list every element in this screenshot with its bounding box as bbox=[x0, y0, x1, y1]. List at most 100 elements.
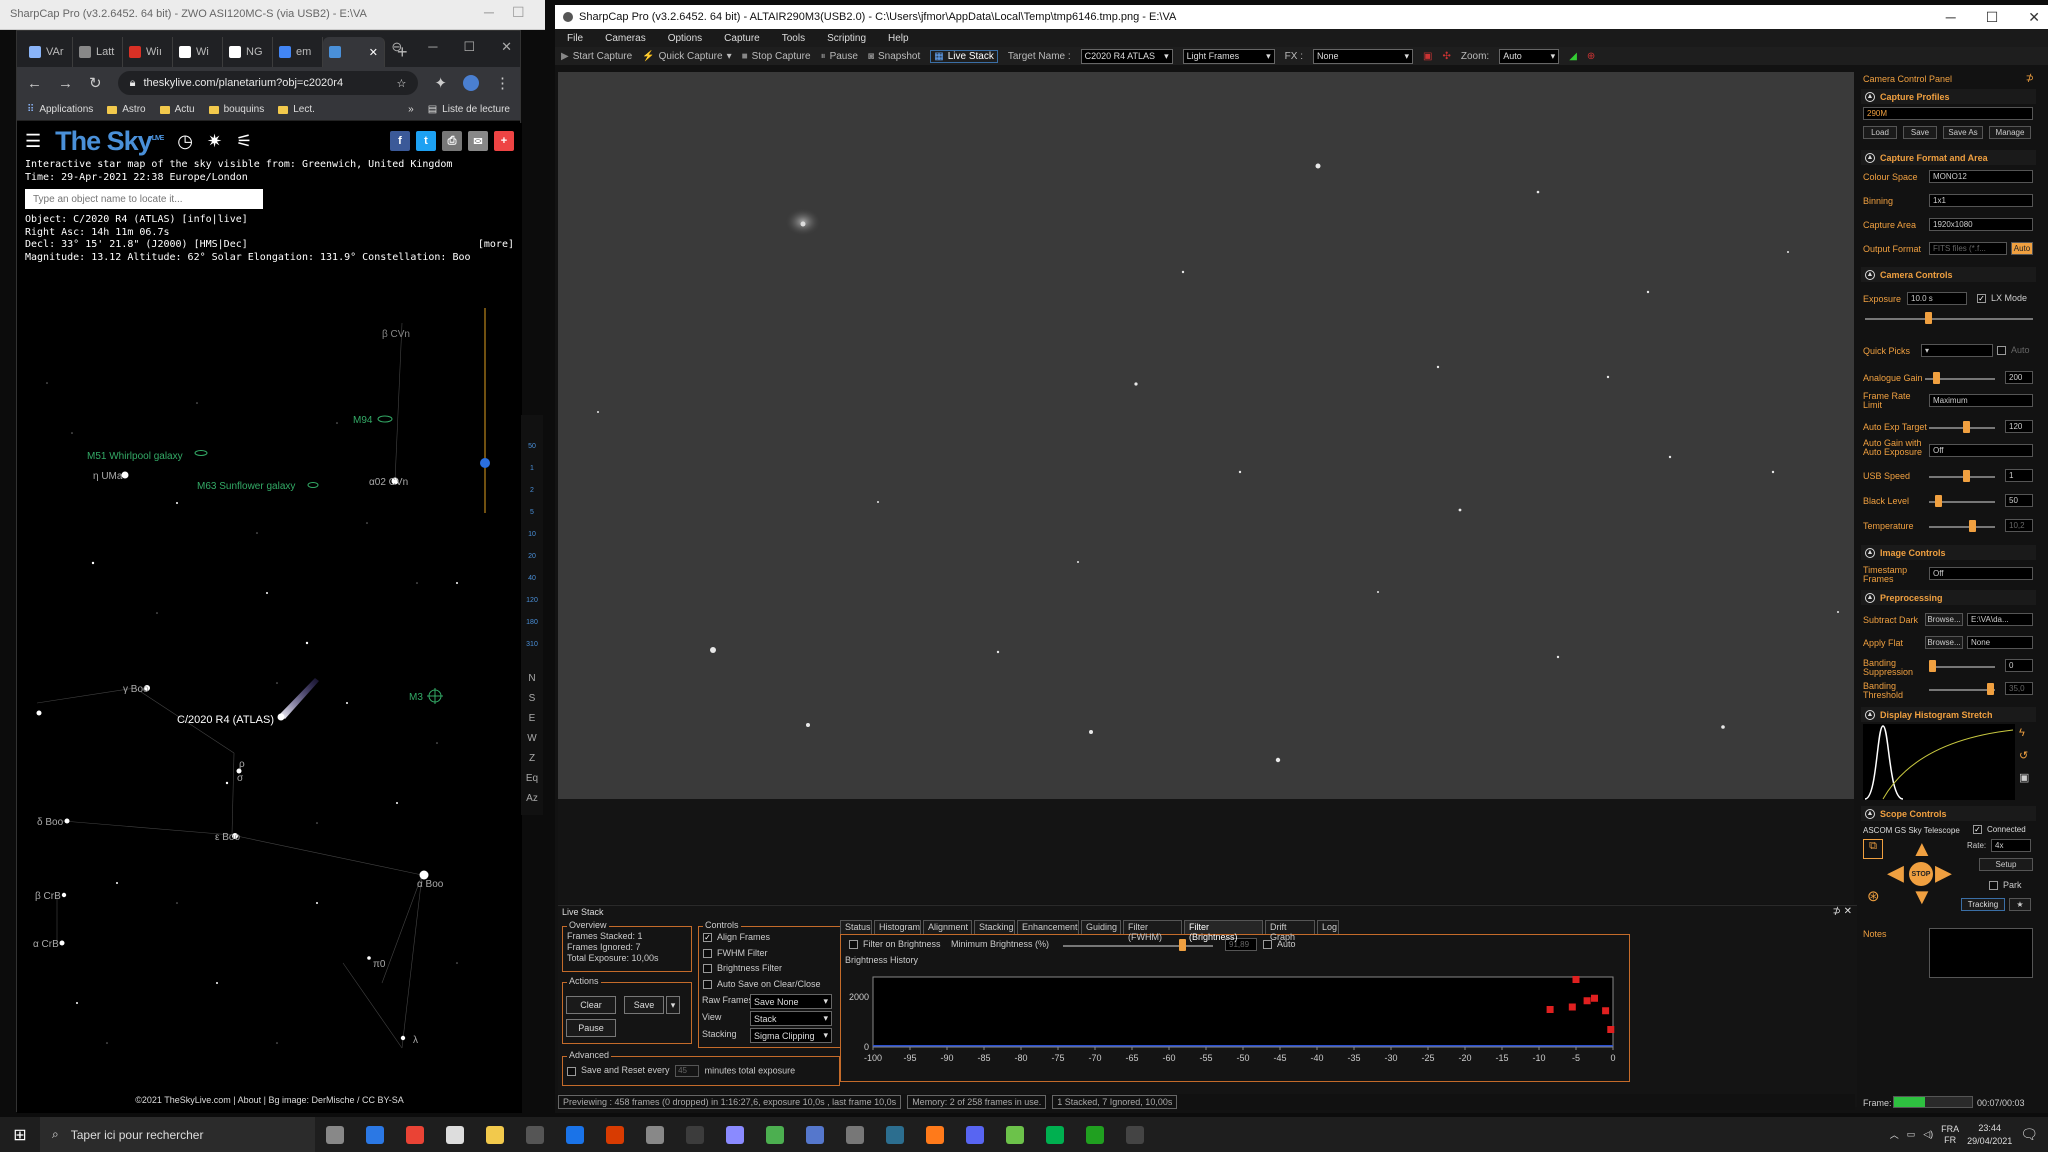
usb-speed-slider[interactable] bbox=[1929, 476, 1995, 478]
align-frames-checkbox[interactable]: ✓ Align Frames bbox=[703, 930, 836, 946]
bookmark-folder[interactable]: Astro bbox=[107, 104, 146, 115]
profile-manage-button[interactable]: Manage bbox=[1989, 126, 2031, 139]
banding-threshold-slider[interactable] bbox=[1929, 689, 1995, 691]
brightness-filter-checkbox[interactable]: Brightness Filter bbox=[703, 961, 836, 977]
hamburger-icon[interactable]: ☰ bbox=[25, 131, 41, 152]
capture-format-section[interactable]: ▲ Capture Format and Area bbox=[1861, 150, 2036, 165]
taskbar-app-icon[interactable] bbox=[795, 1117, 835, 1152]
menu-item[interactable]: Options bbox=[668, 33, 702, 44]
frame-rate-select[interactable]: Maximum bbox=[1929, 394, 2033, 407]
frame-type-select[interactable]: Light Frames ▾ bbox=[1182, 48, 1275, 64]
scope-setup-button[interactable]: Setup bbox=[1979, 858, 2033, 871]
star-map[interactable]: β CVn M94 M51 Whirlpool galaxy η UMa M63… bbox=[17, 283, 522, 1103]
browser-tab[interactable]: ✕ bbox=[323, 37, 385, 67]
browser-tab[interactable]: Latt bbox=[73, 37, 123, 67]
pause-button[interactable]: ⏸ Pause bbox=[821, 51, 858, 62]
lx-mode-checkbox[interactable]: ✓ LX Mode bbox=[1977, 293, 2027, 304]
bookmark-folder[interactable]: Lect. bbox=[278, 104, 315, 115]
live-stack-tab[interactable]: Alignment bbox=[923, 920, 972, 934]
taskbar-app-icon[interactable] bbox=[635, 1117, 675, 1152]
taskbar-app-icon[interactable] bbox=[1075, 1117, 1115, 1152]
taskbar-app-icon[interactable] bbox=[1115, 1117, 1155, 1152]
taskbar-app-icon[interactable] bbox=[1035, 1117, 1075, 1152]
colour-space-select[interactable]: MONO12 bbox=[1929, 170, 2033, 183]
banding-threshold-input[interactable]: 35,0 bbox=[2005, 682, 2033, 695]
taskbar-app-icon[interactable] bbox=[395, 1117, 435, 1152]
park-checkbox[interactable]: Park bbox=[1989, 880, 2022, 891]
taskbar-app-icon[interactable] bbox=[555, 1117, 595, 1152]
taskbar-app-icon[interactable] bbox=[755, 1117, 795, 1152]
auto-exp-input[interactable]: 120 bbox=[2005, 420, 2033, 433]
windows-start-icon[interactable]: ⊞ bbox=[0, 1117, 40, 1152]
bookmark-folder[interactable]: Actu bbox=[159, 104, 195, 115]
gain-input[interactable]: 200 bbox=[2005, 371, 2033, 384]
notification-icon[interactable]: 🗨︎ bbox=[2020, 1126, 2038, 1143]
filter-on-brightness-checkbox[interactable]: Filter on Brightness bbox=[849, 939, 941, 950]
browser-tab[interactable]: NG bbox=[223, 37, 273, 67]
orientation-tool[interactable]: Z bbox=[521, 753, 543, 773]
save-dropdown-button[interactable]: ▾ bbox=[666, 996, 680, 1014]
profile-circle-icon[interactable]: ⊖ bbox=[391, 39, 402, 55]
forward-icon[interactable]: → bbox=[58, 75, 73, 92]
auto-save-checkbox[interactable]: Auto Save on Clear/Close bbox=[703, 977, 836, 993]
more-link[interactable]: [more] bbox=[478, 239, 514, 250]
stop-capture-button[interactable]: ■ Stop Capture bbox=[742, 51, 811, 62]
live-stack-tab[interactable]: Guiding bbox=[1081, 920, 1121, 934]
live-stack-tab[interactable]: Filter (FWHM) bbox=[1123, 920, 1182, 942]
binning-select[interactable]: 1x1 bbox=[1929, 194, 2033, 207]
bookmark-apps[interactable]: ⠿ Applications bbox=[27, 104, 93, 115]
profile-avatar[interactable] bbox=[463, 75, 479, 91]
usb-speed-input[interactable]: 1 bbox=[2005, 469, 2033, 482]
stretch-reset-icon[interactable]: ↺ bbox=[2019, 749, 2028, 762]
minutes-stepper[interactable]: 45 bbox=[675, 1065, 700, 1077]
min-brightness-slider[interactable] bbox=[1063, 945, 1213, 947]
save-reset-checkbox[interactable]: Save and Reset every bbox=[567, 1065, 670, 1076]
gain-knob[interactable] bbox=[1933, 372, 1940, 384]
banding-input[interactable]: 0 bbox=[2005, 659, 2033, 672]
zoom-tick[interactable]: 1 bbox=[521, 465, 543, 472]
live-stack-tab[interactable]: Filter (Brightness) bbox=[1184, 920, 1263, 942]
taskbar-app-icon[interactable] bbox=[355, 1117, 395, 1152]
live-stack-tab[interactable]: Drift Graph bbox=[1265, 920, 1315, 942]
minimize-icon[interactable]: ─ bbox=[428, 39, 437, 55]
fx-select[interactable]: None ▾ bbox=[1313, 48, 1413, 64]
facebook-icon[interactable]: f bbox=[390, 131, 410, 151]
notes-textarea[interactable] bbox=[1929, 928, 2033, 978]
close-icon[interactable]: ✕ bbox=[501, 39, 512, 55]
capture-profiles-section[interactable]: ▲ Capture Profiles bbox=[1861, 89, 2036, 104]
histogram-stretch-section[interactable]: ▲ Display Histogram Stretch bbox=[1861, 707, 2036, 722]
telescope-icon[interactable]: ⚟ bbox=[236, 131, 252, 152]
banding-slider[interactable] bbox=[1929, 666, 1995, 668]
live-stack-tab[interactable]: Enhancement bbox=[1017, 920, 1079, 934]
menu-item[interactable]: File bbox=[567, 33, 583, 44]
taskbar-app-icon[interactable] bbox=[515, 1117, 555, 1152]
taskbar-app-icon[interactable] bbox=[955, 1117, 995, 1152]
taskbar-app-icon[interactable] bbox=[715, 1117, 755, 1152]
taskbar-app-icon[interactable] bbox=[315, 1117, 355, 1152]
clear-button[interactable]: Clear bbox=[566, 996, 616, 1014]
home-target-icon[interactable]: ⊛ bbox=[1867, 887, 1880, 905]
pause-stack-button[interactable]: Pause bbox=[566, 1019, 616, 1037]
minimize-icon[interactable]: ─ bbox=[1946, 9, 1956, 26]
orientation-tool[interactable]: E bbox=[521, 713, 543, 733]
fwhm-filter-checkbox[interactable]: FWHM Filter bbox=[703, 946, 836, 962]
taskbar-app-icon[interactable] bbox=[595, 1117, 635, 1152]
taskbar-app-icon[interactable] bbox=[995, 1117, 1035, 1152]
save-button[interactable]: Save bbox=[624, 996, 664, 1014]
crosshair-icon[interactable]: ✣ bbox=[1442, 51, 1450, 62]
browser-tab[interactable]: em bbox=[273, 37, 323, 67]
zoom-select[interactable]: Auto ▾ bbox=[1499, 48, 1560, 64]
histogram-stretch-graph[interactable] bbox=[1863, 724, 2015, 800]
menu-item[interactable]: Help bbox=[888, 33, 909, 44]
camera-controls-section[interactable]: ▲ Camera Controls bbox=[1861, 267, 2036, 282]
stretch-lightning-icon[interactable]: ϟ bbox=[2019, 727, 2025, 739]
sun-icon[interactable]: ✷ bbox=[207, 131, 222, 152]
orientation-tool[interactable]: Az bbox=[521, 793, 543, 813]
preprocessing-section[interactable]: ▲ Preprocessing bbox=[1861, 590, 2036, 605]
zoom-tick[interactable]: 310 bbox=[521, 641, 543, 648]
profile-saveas-button[interactable]: Save As bbox=[1943, 126, 1983, 139]
snapshot-button[interactable]: ◙ Snapshot bbox=[868, 51, 920, 62]
menu-item[interactable]: Cameras bbox=[605, 33, 646, 44]
exposure-slider[interactable] bbox=[1865, 318, 2033, 320]
taskbar-app-icon[interactable] bbox=[675, 1117, 715, 1152]
